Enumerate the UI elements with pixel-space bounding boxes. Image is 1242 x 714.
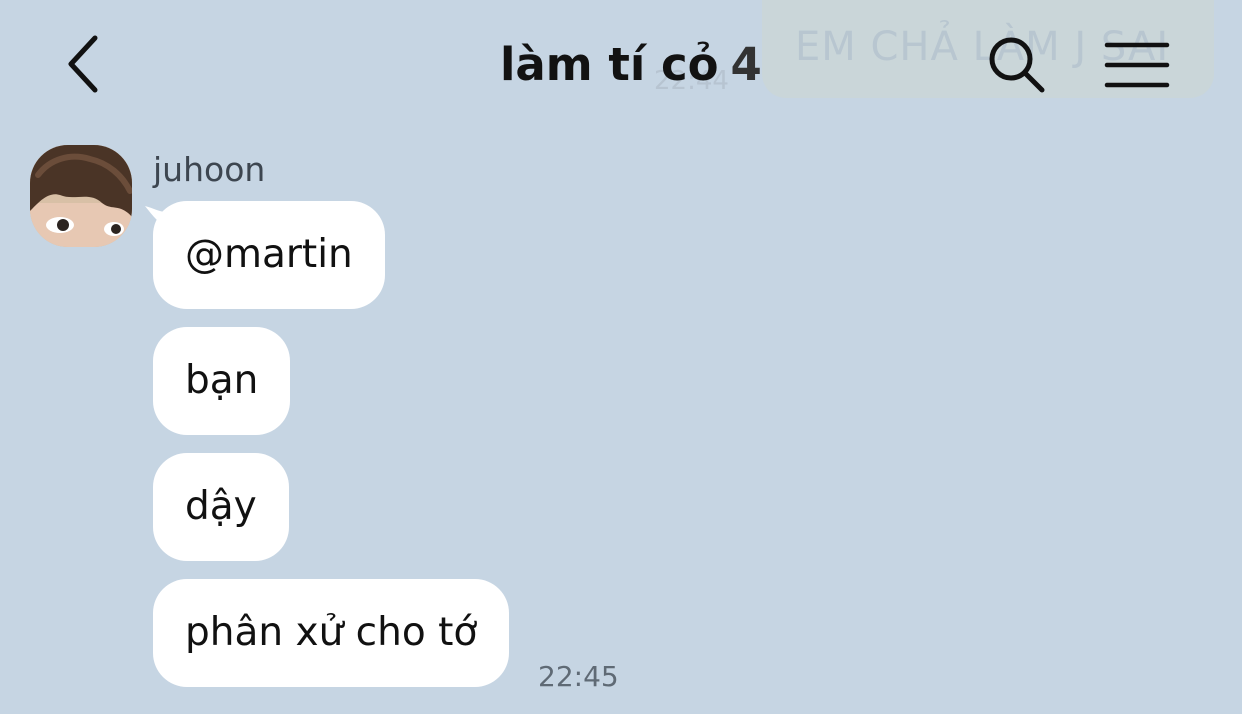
chevron-left-icon — [68, 35, 98, 93]
chat-title: làm tí cỏ 4 — [500, 38, 762, 91]
message-bubble[interactable]: phân xử cho tớ — [153, 579, 510, 687]
message-timestamp: 22:45 — [538, 660, 619, 693]
hamburger-menu-icon — [1104, 42, 1170, 88]
member-count: 4 — [730, 38, 762, 91]
search-button[interactable] — [986, 34, 1048, 96]
search-icon — [989, 37, 1045, 93]
sender-name: juhoon — [153, 150, 266, 189]
menu-button[interactable] — [1104, 40, 1170, 90]
avatar[interactable] — [30, 145, 132, 247]
message-bubble[interactable]: @martin — [153, 201, 385, 309]
message-bubble[interactable]: bạn — [153, 327, 291, 435]
back-button[interactable] — [56, 30, 110, 98]
avatar-image — [30, 145, 132, 247]
message-bubble[interactable]: dậy — [153, 453, 289, 561]
chat-title-text: làm tí cỏ — [500, 38, 719, 91]
chat-header: làm tí cỏ 4 — [0, 0, 1242, 130]
